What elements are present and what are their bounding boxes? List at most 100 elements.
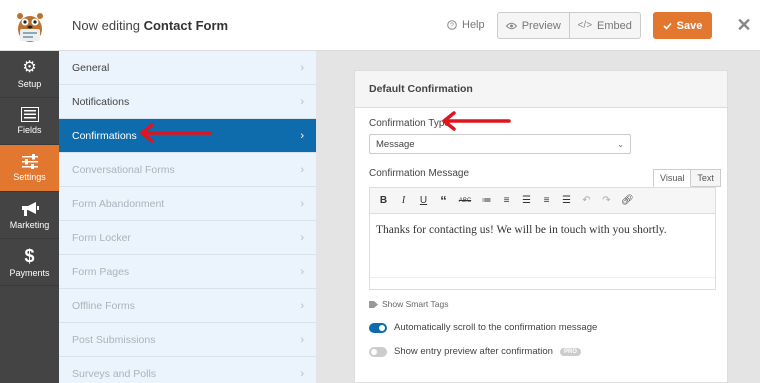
help-label: Help — [462, 19, 485, 31]
bold-icon[interactable]: B — [378, 195, 389, 206]
entry-preview-toggle[interactable] — [369, 346, 387, 357]
nav-setup[interactable]: ⚙ Setup — [0, 51, 59, 98]
tab-text[interactable]: Text — [691, 169, 721, 187]
settings-item-form-abandonment[interactable]: Form Abandonment › — [59, 187, 316, 221]
select-value: Message — [376, 138, 415, 150]
settings-item-label: General — [72, 61, 110, 74]
main-content: Default Confirmation Confirmation Type M… — [316, 51, 760, 383]
chevron-right-icon: › — [300, 367, 304, 380]
chevron-right-icon: › — [300, 61, 304, 74]
chevron-right-icon: › — [300, 333, 304, 346]
save-button[interactable]: Save — [653, 12, 712, 39]
chevron-right-icon: › — [300, 231, 304, 244]
message-editor: B I U “ ABC ≔ ≡ ☰ ≡ ☰ ↶ ↷ 🔗︎ Thanks for … — [369, 187, 716, 290]
entry-preview-label: Show entry preview after confirmation — [394, 346, 553, 357]
settings-item-form-locker[interactable]: Form Locker › — [59, 221, 316, 255]
chevron-right-icon: › — [300, 197, 304, 210]
confirmation-type-label: Confirmation Type — [369, 118, 450, 129]
settings-item-label: Form Abandonment — [72, 197, 165, 210]
settings-item-label: Form Pages — [72, 265, 130, 278]
nav-label: Setup — [17, 78, 42, 89]
fields-list-icon — [20, 107, 39, 122]
settings-item-conversational-forms[interactable]: Conversational Forms › — [59, 153, 316, 187]
builder-nav: ⚙ Setup Fields Settings Marketing $ Paym… — [0, 51, 59, 383]
settings-item-notifications[interactable]: Notifications › — [59, 85, 316, 119]
checkmark-icon — [663, 22, 672, 30]
chevron-right-icon: › — [300, 299, 304, 312]
chevron-right-icon: › — [300, 265, 304, 278]
annotation-arrow-confirmations — [140, 123, 212, 143]
nav-label: Marketing — [9, 219, 50, 230]
nav-label: Payments — [9, 267, 50, 278]
nav-settings[interactable]: Settings — [0, 145, 59, 192]
editor-toolbar: B I U “ ABC ≔ ≡ ☰ ≡ ☰ ↶ ↷ 🔗︎ — [370, 188, 715, 214]
settings-item-label: Surveys and Polls — [72, 367, 157, 380]
nav-payments[interactable]: $ Payments — [0, 239, 59, 286]
settings-item-label: Conversational Forms — [72, 163, 175, 176]
numbered-list-icon[interactable]: ≡ — [501, 195, 512, 206]
settings-item-label: Post Submissions — [72, 333, 156, 346]
page-title: Now editing Contact Form — [72, 18, 228, 33]
strikethrough-icon[interactable]: ABC — [458, 198, 472, 204]
save-label: Save — [676, 19, 703, 32]
undo-icon[interactable]: ↶ — [581, 195, 592, 206]
embed-button[interactable]: </> Embed — [568, 13, 641, 38]
embed-label: Embed — [597, 19, 632, 32]
align-center-icon[interactable]: ≡ — [541, 195, 552, 206]
smart-tags-label: Show Smart Tags — [382, 299, 449, 309]
underline-icon[interactable]: U — [418, 195, 429, 206]
nav-label: Fields — [17, 125, 42, 135]
auto-scroll-label: Automatically scroll to the confirmation… — [394, 322, 598, 333]
wpforms-logo — [0, 0, 59, 51]
chevron-right-icon: › — [300, 95, 304, 108]
settings-item-general[interactable]: General › — [59, 51, 316, 85]
message-editor-body[interactable]: Thanks for contacting us! We will be in … — [370, 214, 715, 246]
close-icon[interactable]: ✕ — [728, 0, 760, 51]
tab-visual[interactable]: Visual — [653, 169, 692, 187]
settings-item-label: Offline Forms — [72, 299, 135, 312]
editing-prefix: Now editing — [72, 18, 140, 33]
settings-item-post-submissions[interactable]: Post Submissions › — [59, 323, 316, 357]
nav-fields[interactable]: Fields — [0, 98, 59, 145]
redo-icon[interactable]: ↷ — [601, 195, 612, 206]
chevron-right-icon: › — [300, 163, 304, 176]
settings-item-label: Form Locker — [72, 231, 131, 244]
help-button[interactable]: ? Help — [447, 19, 485, 31]
align-left-icon[interactable]: ☰ — [521, 195, 532, 206]
confirmation-type-select[interactable]: Message ⌄ — [369, 134, 631, 154]
gear-icon: ⚙ — [22, 58, 37, 76]
dollar-icon: $ — [24, 245, 35, 266]
auto-scroll-toggle-row: Automatically scroll to the confirmation… — [369, 322, 597, 333]
settings-item-label: Confirmations — [72, 129, 137, 142]
question-circle-icon: ? — [447, 20, 457, 30]
show-smart-tags-link[interactable]: Show Smart Tags — [369, 299, 448, 309]
entry-preview-toggle-row: Show entry preview after confirmation PR… — [369, 346, 581, 357]
settings-item-form-pages[interactable]: Form Pages › — [59, 255, 316, 289]
megaphone-icon — [21, 201, 39, 216]
preview-button[interactable]: Preview — [498, 13, 569, 38]
editor-resize-bar[interactable] — [370, 277, 715, 289]
annotation-arrow-confirmation-type — [442, 111, 511, 131]
chevron-down-icon: ⌄ — [617, 139, 624, 149]
preview-label: Preview — [521, 19, 561, 32]
card-title: Default Confirmation — [355, 71, 727, 108]
settings-item-label: Notifications — [72, 95, 130, 108]
auto-scroll-toggle[interactable] — [369, 322, 387, 333]
settings-item-offline-forms[interactable]: Offline Forms › — [59, 289, 316, 323]
svg-text:?: ? — [450, 23, 454, 30]
link-icon[interactable]: 🔗︎ — [621, 195, 634, 206]
pro-badge: PRO — [559, 347, 581, 356]
settings-item-surveys-polls[interactable]: Surveys and Polls › — [59, 357, 316, 383]
align-right-icon[interactable]: ☰ — [561, 195, 572, 206]
nav-label: Settings — [13, 172, 46, 182]
nav-marketing[interactable]: Marketing — [0, 192, 59, 239]
italic-icon[interactable]: I — [398, 195, 409, 206]
preview-embed-group: Preview </> Embed — [497, 12, 641, 39]
code-icon: </> — [577, 20, 593, 31]
eye-icon — [505, 22, 517, 29]
blockquote-icon[interactable]: “ — [438, 193, 449, 208]
form-name: Contact Form — [143, 18, 229, 33]
chevron-right-icon: › — [300, 129, 304, 142]
bullet-list-icon[interactable]: ≔ — [481, 195, 492, 206]
settings-sidebar: General › Notifications › Confirmations › C… — [59, 51, 316, 383]
